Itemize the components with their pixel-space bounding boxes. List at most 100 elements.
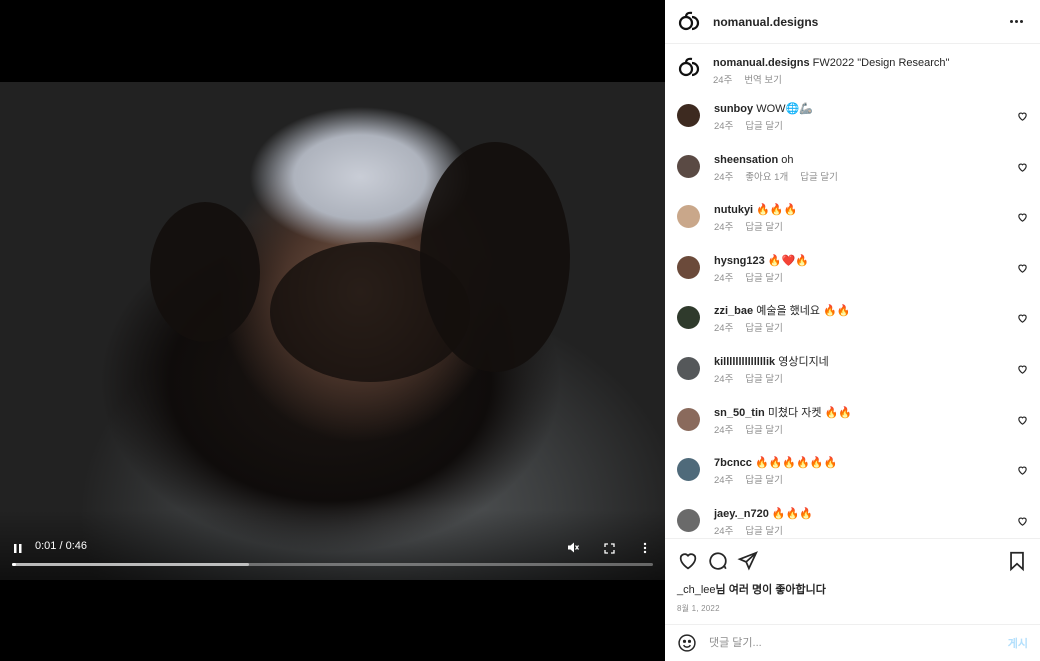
comment-username[interactable]: jaey._n720 — [714, 508, 769, 520]
comment-body: jaey._n720 🔥🔥🔥 24주 답글 달기 — [714, 507, 813, 538]
avatar[interactable] — [677, 407, 700, 431]
comment-text: 🔥🔥🔥 — [756, 204, 798, 217]
video-progress-bar[interactable] — [12, 563, 653, 566]
reply-link[interactable]: 답글 달기 — [745, 525, 783, 538]
reply-link[interactable]: 답글 달기 — [745, 373, 783, 387]
comment-username[interactable]: sn_50_tin — [714, 407, 765, 419]
comment-row: 7bcncc 🔥🔥🔥🔥🔥🔥 24주 답글 달기 — [677, 456, 1028, 507]
comment-like-heart-icon[interactable] — [1017, 516, 1028, 527]
comment-username[interactable]: zzi_bae — [714, 305, 753, 317]
comment-like-heart-icon[interactable] — [1017, 415, 1028, 426]
add-comment-bar: 게시 — [665, 624, 1040, 661]
comment-text: 🔥🔥🔥 — [771, 507, 813, 520]
comment-age: 24주 — [714, 373, 734, 385]
comment-username[interactable]: hysng123 — [714, 255, 765, 267]
comment-text: 미쳤다 자켓 🔥🔥 — [767, 406, 852, 419]
emoji-smile-icon[interactable] — [677, 633, 697, 653]
video-player[interactable]: 0:01 / 0:46 — [0, 82, 665, 580]
avatar[interactable] — [677, 508, 700, 532]
video-buffer-fill — [12, 563, 250, 566]
more-vertical-icon[interactable] — [640, 542, 650, 554]
comment-age: 24주 — [714, 121, 734, 132]
reply-link[interactable]: 답글 달기 — [745, 322, 783, 336]
comment-row: nutukyi 🔥🔥🔥 24주 답글 달기 — [677, 203, 1028, 254]
video-time: 0:01 / 0:46 — [35, 540, 87, 552]
brand-logo-icon[interactable] — [677, 10, 701, 34]
caption-text-block: nomanual.designs FW2022 "Design Research… — [713, 56, 949, 88]
post-date: 8월 1, 2022 — [677, 604, 720, 613]
reply-link[interactable]: 답글 달기 — [800, 171, 838, 185]
comment-like-heart-icon[interactable] — [1017, 162, 1028, 173]
comment-row: sheensation oh 24주 좋아요 1개 답글 달기 — [677, 153, 1028, 204]
post-actions: _ch_lee님 여러 명이 좋아합니다 8월 1, 2022 — [665, 538, 1040, 614]
comment-body: killllllllllllllik 영상디지네 24주 답글 달기 — [714, 355, 829, 387]
comment-likes[interactable]: 좋아요 1개 — [745, 171, 788, 185]
translate-link[interactable]: 번역 보기 — [744, 74, 782, 88]
comment-username[interactable]: killllllllllllllik — [714, 356, 775, 368]
comment-like-heart-icon[interactable] — [1017, 212, 1028, 223]
comment-like-heart-icon[interactable] — [1017, 111, 1028, 122]
share-send-icon[interactable] — [737, 550, 759, 572]
reply-link[interactable]: 답글 달기 — [745, 474, 783, 488]
reply-link[interactable]: 답글 달기 — [745, 221, 783, 235]
avatar[interactable] — [677, 458, 700, 482]
video-subject-shape — [270, 242, 470, 382]
comment-text: 🔥❤️🔥 — [767, 254, 809, 267]
comment-row: sunboy WOW🌐🦾 24주 답글 달기 — [677, 102, 1028, 153]
video-stage: 0:01 / 0:46 — [0, 0, 665, 661]
caption-username[interactable]: nomanual.designs — [713, 57, 810, 69]
comment-username[interactable]: sunboy — [714, 103, 753, 115]
avatar[interactable] — [677, 104, 700, 127]
video-progress-fill — [12, 563, 16, 566]
fullscreen-icon[interactable] — [603, 542, 615, 554]
comment-age: 24주 — [714, 323, 734, 335]
comment-like-heart-icon[interactable] — [1017, 263, 1028, 274]
avatar[interactable] — [677, 205, 700, 229]
comment-bubble-icon[interactable] — [707, 550, 729, 572]
caption: nomanual.designs FW2022 "Design Research… — [677, 56, 1028, 88]
comment-age: 24주 — [714, 424, 734, 436]
comment-input[interactable] — [709, 637, 1008, 649]
comments-list[interactable]: nomanual.designs FW2022 "Design Research… — [665, 44, 1040, 538]
likes-summary: _ch_lee님 여러 명이 좋아합니다 — [677, 581, 1028, 597]
likes-text[interactable]: 님 여러 명이 좋아합니다 — [716, 584, 826, 596]
comment-body: 7bcncc 🔥🔥🔥🔥🔥🔥 24주 답글 달기 — [714, 456, 837, 488]
comment-body: sheensation oh 24주 좋아요 1개 답글 달기 — [714, 153, 838, 185]
like-heart-icon[interactable] — [677, 550, 699, 572]
reply-link[interactable]: 답글 달기 — [745, 120, 783, 134]
pause-icon[interactable] — [12, 542, 24, 554]
comment-body: sunboy WOW🌐🦾 24주 답글 달기 — [714, 102, 813, 134]
post-comment-button[interactable]: 게시 — [1008, 635, 1028, 651]
avatar[interactable] — [677, 255, 700, 279]
comment-age: 24주 — [714, 171, 734, 183]
comment-row: killllllllllllllik 영상디지네 24주 답글 달기 — [677, 355, 1028, 406]
mute-icon[interactable] — [566, 540, 580, 554]
comment-age: 24주 — [714, 475, 734, 487]
comment-like-heart-icon[interactable] — [1017, 465, 1028, 476]
video-controls: 0:01 / 0:46 — [0, 510, 665, 580]
comment-username[interactable]: sheensation — [714, 154, 778, 166]
avatar[interactable] — [677, 306, 700, 330]
avatar[interactable] — [677, 154, 700, 178]
reply-link[interactable]: 답글 달기 — [745, 272, 783, 286]
header-username[interactable]: nomanual.designs — [713, 15, 818, 29]
comment-text: oh — [781, 153, 794, 166]
likes-user[interactable]: _ch_lee — [677, 584, 716, 596]
comment-like-heart-icon[interactable] — [1017, 313, 1028, 324]
comment-row: zzi_bae 예술을 했네요 🔥🔥 24주 답글 달기 — [677, 304, 1028, 355]
bookmark-icon[interactable] — [1006, 550, 1028, 572]
brand-logo-icon[interactable] — [677, 56, 701, 80]
caption-text: FW2022 "Design Research" — [812, 57, 950, 69]
more-options-icon[interactable] — [1004, 10, 1028, 34]
reply-link[interactable]: 답글 달기 — [745, 424, 783, 438]
post-panel: nomanual.designs nomanual.designs FW2022… — [665, 0, 1040, 661]
comment-age: 24주 — [714, 272, 734, 284]
comment-username[interactable]: nutukyi — [714, 204, 753, 216]
comment-rows: sunboy WOW🌐🦾 24주 답글 달기 sheensation oh 24주 좋아요… — [677, 102, 1028, 538]
comment-body: sn_50_tin 미쳤다 자켓 🔥🔥 24주 답글 달기 — [714, 406, 852, 438]
comment-username[interactable]: 7bcncc — [714, 457, 752, 469]
comment-age: 24주 — [714, 222, 734, 234]
post-header: nomanual.designs — [665, 0, 1040, 44]
comment-like-heart-icon[interactable] — [1017, 364, 1028, 375]
avatar[interactable] — [677, 356, 700, 380]
